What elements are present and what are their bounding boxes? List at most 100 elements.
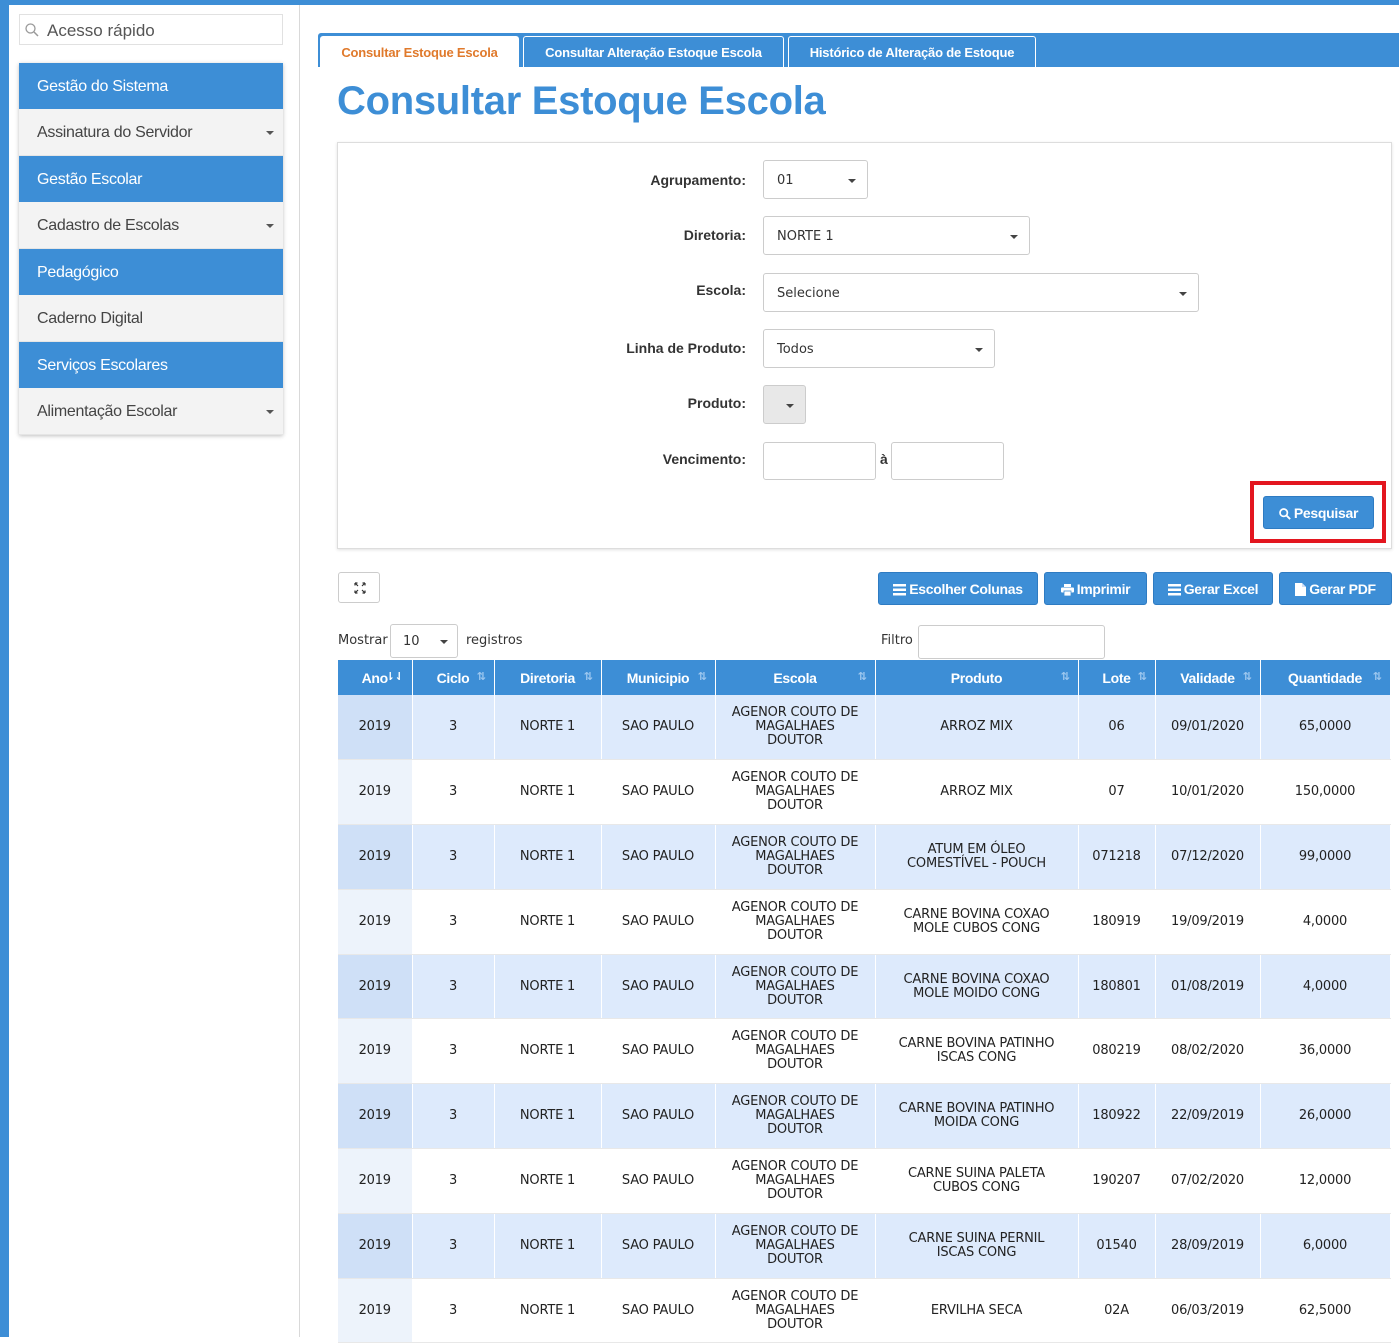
table-cell: AGENOR COUTO DE MAGALHAES DOUTOR <box>715 889 876 955</box>
table-cell: SAO PAULO <box>601 1213 716 1279</box>
sidebar-item[interactable]: Caderno Digital <box>19 295 283 342</box>
table-cell: NORTE 1 <box>494 1148 602 1214</box>
sort-icon: ⇅ <box>697 671 707 683</box>
table-cell: 22/09/2019 <box>1155 1083 1261 1150</box>
column-header[interactable]: Lote ⇅ <box>1078 660 1156 695</box>
table-row[interactable]: 2019 3 NORTE 1 SAO PAULO AGENOR COUTO DE MAG… <box>338 1213 1391 1279</box>
table-row[interactable]: 2019 3 NORTE 1 SAO PAULO AGENOR COUTO DE MAG… <box>338 695 1391 761</box>
column-header[interactable]: Diretoria ⇅ <box>494 660 602 695</box>
table-cell: 3 <box>412 695 495 761</box>
table-body: 2019 3 NORTE 1 SAO PAULO AGENOR COUTO DE MAG… <box>338 695 1391 1343</box>
column-header[interactable]: Ano ⇂⇃ <box>338 660 413 695</box>
table-cell: 3 <box>412 1213 495 1279</box>
diretoria-select[interactable]: NORTE 1 <box>763 216 1030 255</box>
table-cell: 180919 <box>1078 889 1156 955</box>
print-button[interactable]: Imprimir <box>1044 572 1147 605</box>
table-cell: ERVILHA SECA <box>875 1278 1079 1343</box>
sort-icon: ⇅ <box>1242 671 1252 683</box>
sidebar-menu: Gestão do Sistema Assinatura do Servidor G… <box>19 63 283 435</box>
table-cell: 3 <box>412 824 495 890</box>
table-cell: ARROZ MIX <box>875 759 1079 826</box>
file-icon <box>1295 583 1307 596</box>
produto-label: Produto: <box>687 395 746 411</box>
chevron-down-icon <box>266 224 274 228</box>
table-row[interactable]: 2019 3 NORTE 1 SAO PAULO AGENOR COUTO DE MAG… <box>338 1148 1391 1214</box>
tab-consultar-estoque-escola[interactable]: Consultar Estoque Escola <box>320 36 519 67</box>
export-excel-button[interactable]: Gerar Excel <box>1153 572 1273 605</box>
column-header-label: Ciclo <box>436 669 470 686</box>
table-cell: 06 <box>1078 695 1156 761</box>
vencimento-end-input[interactable] <box>891 442 1004 480</box>
agrupamento-select[interactable]: 01 <box>763 160 868 199</box>
column-header[interactable]: Escola ⇅ <box>715 660 876 695</box>
table-cell: 150,0000 <box>1260 759 1391 826</box>
export-pdf-button[interactable]: Gerar PDF <box>1279 572 1392 605</box>
table-row[interactable]: 2019 3 NORTE 1 SAO PAULO AGENOR COUTO DE MAG… <box>338 759 1391 826</box>
column-header-label: Escola <box>773 669 817 686</box>
table-cell: 2019 <box>338 1278 413 1343</box>
vencimento-start-input[interactable] <box>763 442 876 480</box>
column-header[interactable]: Validade ⇅ <box>1155 660 1261 695</box>
search-button[interactable]: Pesquisar <box>1263 496 1374 529</box>
sidebar-section-header[interactable]: Pedagógico <box>19 249 283 295</box>
table-row[interactable]: 2019 3 NORTE 1 SAO PAULO AGENOR COUTO DE MAG… <box>338 889 1391 955</box>
linha-produto-select[interactable]: Todos <box>763 329 995 368</box>
sidebar-item[interactable]: Cadastro de Escolas <box>19 202 283 249</box>
sort-icon: ⇅ <box>583 671 593 683</box>
table-cell: 4,0000 <box>1260 889 1391 955</box>
diretoria-value: NORTE 1 <box>777 229 834 244</box>
table-cell: 2019 <box>338 954 413 1020</box>
sidebar-section-header[interactable]: Gestão do Sistema <box>19 63 283 109</box>
vencimento-label: Vencimento: <box>662 451 746 467</box>
table-cell: NORTE 1 <box>494 889 602 955</box>
table-cell: 07/12/2020 <box>1155 824 1261 890</box>
table-cell: SAO PAULO <box>601 759 716 826</box>
tab-historico-alteracao-estoque[interactable]: Histórico de Alteração de Estoque <box>788 36 1036 67</box>
table-cell: AGENOR COUTO DE MAGALHAES DOUTOR <box>715 1148 876 1214</box>
table-cell: NORTE 1 <box>494 695 602 761</box>
diretoria-label: Diretoria: <box>683 227 746 243</box>
escola-label: Escola: <box>696 282 746 298</box>
choose-columns-label: Escolher Colunas <box>909 581 1023 597</box>
linha-produto-label: Linha de Produto: <box>626 340 746 356</box>
tab-consultar-alteracao-estoque[interactable]: Consultar Alteração Estoque Escola <box>523 36 784 67</box>
sidebar-section-header[interactable]: Serviços Escolares <box>19 342 283 388</box>
column-header-label: Diretoria <box>520 669 575 686</box>
column-header[interactable]: Ciclo ⇅ <box>412 660 495 695</box>
quick-access-input[interactable]: Acesso rápido <box>19 14 283 45</box>
expand-icon <box>354 582 366 594</box>
column-header[interactable]: Quantidade ⇅ <box>1260 660 1391 695</box>
table-cell: ARROZ MIX <box>875 695 1079 761</box>
table-row[interactable]: 2019 3 NORTE 1 SAO PAULO AGENOR COUTO DE MAG… <box>338 954 1391 1020</box>
sidebar-item[interactable]: Alimentação Escolar <box>19 388 283 435</box>
table-cell: 2019 <box>338 1083 413 1150</box>
table-row[interactable]: 2019 3 NORTE 1 SAO PAULO AGENOR COUTO DE MAG… <box>338 824 1391 890</box>
table-cell: AGENOR COUTO DE MAGALHAES DOUTOR <box>715 954 876 1020</box>
produto-select[interactable] <box>763 385 806 424</box>
expand-button[interactable] <box>338 572 380 603</box>
sidebar-item-label: Serviços Escolares <box>37 357 168 374</box>
column-header[interactable]: Municipio ⇅ <box>601 660 716 695</box>
column-header[interactable]: Produto ⇅ <box>875 660 1079 695</box>
table-cell: NORTE 1 <box>494 1018 602 1085</box>
page-length-select[interactable]: 10 <box>390 624 458 658</box>
list-icon <box>1167 584 1181 596</box>
filter-input[interactable] <box>918 625 1105 659</box>
table-cell: SAO PAULO <box>601 1018 716 1085</box>
table-cell: 08/02/2020 <box>1155 1018 1261 1085</box>
table-cell: CARNE BOVINA COXAO MOLE MOIDO CONG <box>875 954 1079 1020</box>
table-cell: 2019 <box>338 889 413 955</box>
choose-columns-button[interactable]: Escolher Colunas <box>878 572 1038 605</box>
search-icon <box>1279 508 1291 520</box>
escola-select[interactable]: Selecione <box>763 273 1199 312</box>
export-excel-label: Gerar Excel <box>1183 581 1259 597</box>
sidebar-section-header[interactable]: Gestão Escolar <box>19 156 283 202</box>
sidebar-item[interactable]: Assinatura do Servidor <box>19 109 283 156</box>
table-row[interactable]: 2019 3 NORTE 1 SAO PAULO AGENOR COUTO DE MAG… <box>338 1018 1391 1085</box>
table-cell: AGENOR COUTO DE MAGALHAES DOUTOR <box>715 1213 876 1279</box>
table-row[interactable]: 2019 3 NORTE 1 SAO PAULO AGENOR COUTO DE MAG… <box>338 1278 1391 1343</box>
table-row[interactable]: 2019 3 NORTE 1 SAO PAULO AGENOR COUTO DE MAG… <box>338 1083 1391 1150</box>
sidebar-divider <box>299 5 300 1337</box>
records-label: registros <box>466 633 523 648</box>
table-cell: SAO PAULO <box>601 1083 716 1150</box>
